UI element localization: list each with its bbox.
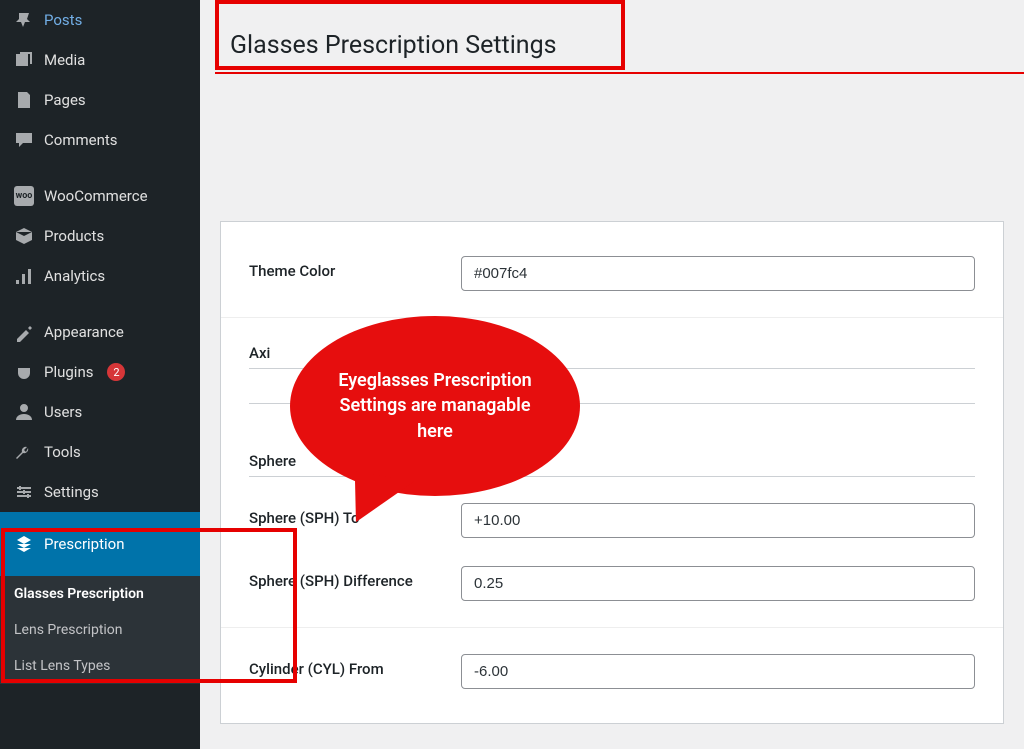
sph-diff-input[interactable] bbox=[461, 566, 975, 601]
field-label: Theme Color bbox=[249, 256, 449, 280]
users-icon bbox=[14, 402, 34, 422]
annotation-title-highlight bbox=[215, 0, 625, 70]
sidebar-item-settings[interactable]: Settings bbox=[0, 472, 200, 512]
sidebar-item-appearance[interactable]: Appearance bbox=[0, 312, 200, 352]
sidebar-item-posts[interactable]: Posts bbox=[0, 0, 200, 40]
products-icon bbox=[14, 226, 34, 246]
appearance-icon bbox=[14, 322, 34, 342]
pin-icon bbox=[14, 10, 34, 30]
cyl-from-input[interactable] bbox=[461, 654, 975, 689]
field-sph-diff: Sphere (SPH) Difference bbox=[221, 552, 1003, 615]
field-theme-color: Theme Color bbox=[221, 242, 1003, 305]
media-icon bbox=[14, 50, 34, 70]
comments-icon bbox=[14, 130, 34, 150]
callout-text: Eyeglasses Prescription Settings are man… bbox=[320, 368, 550, 444]
sph-to-input[interactable] bbox=[461, 503, 975, 538]
theme-color-input[interactable] bbox=[461, 256, 975, 291]
sidebar-item-pages[interactable]: Pages bbox=[0, 80, 200, 120]
sidebar-item-plugins[interactable]: Plugins 2 bbox=[0, 352, 200, 392]
sidebar-item-label: Analytics bbox=[44, 267, 105, 285]
sidebar-item-users[interactable]: Users bbox=[0, 392, 200, 432]
plugins-icon bbox=[14, 362, 34, 382]
woocommerce-icon: woo bbox=[14, 186, 34, 206]
sidebar-item-label: WooCommerce bbox=[44, 187, 148, 205]
analytics-icon bbox=[14, 266, 34, 286]
sidebar-item-label: Media bbox=[44, 51, 85, 69]
sidebar-item-label: Posts bbox=[44, 11, 82, 29]
pages-icon bbox=[14, 90, 34, 110]
annotation-callout-bubble: Eyeglasses Prescription Settings are man… bbox=[290, 316, 580, 496]
settings-icon bbox=[14, 482, 34, 502]
sidebar-item-label: Tools bbox=[44, 443, 81, 461]
sidebar-item-comments[interactable]: Comments bbox=[0, 120, 200, 160]
annotation-sidebar-highlight bbox=[1, 528, 297, 683]
sidebar-item-label: Plugins bbox=[44, 363, 93, 381]
sidebar-item-label: Pages bbox=[44, 91, 86, 109]
sidebar-item-label: Products bbox=[44, 227, 104, 245]
sidebar-item-tools[interactable]: Tools bbox=[0, 432, 200, 472]
sidebar-item-woocommerce[interactable]: woo WooCommerce bbox=[0, 176, 200, 216]
sidebar-item-label: Users bbox=[44, 403, 82, 421]
tools-icon bbox=[14, 442, 34, 462]
annotation-underline bbox=[215, 72, 1024, 74]
sidebar-item-label: Comments bbox=[44, 131, 118, 149]
sidebar-item-analytics[interactable]: Analytics bbox=[0, 256, 200, 296]
field-cyl-from: Cylinder (CYL) From bbox=[221, 640, 1003, 703]
sidebar-item-media[interactable]: Media bbox=[0, 40, 200, 80]
sidebar-item-label: Settings bbox=[44, 483, 99, 501]
sidebar-item-label: Appearance bbox=[44, 323, 124, 341]
field-sph-to: Sphere (SPH) To bbox=[221, 489, 1003, 552]
plugins-update-badge: 2 bbox=[107, 363, 125, 381]
sidebar-item-products[interactable]: Products bbox=[0, 216, 200, 256]
